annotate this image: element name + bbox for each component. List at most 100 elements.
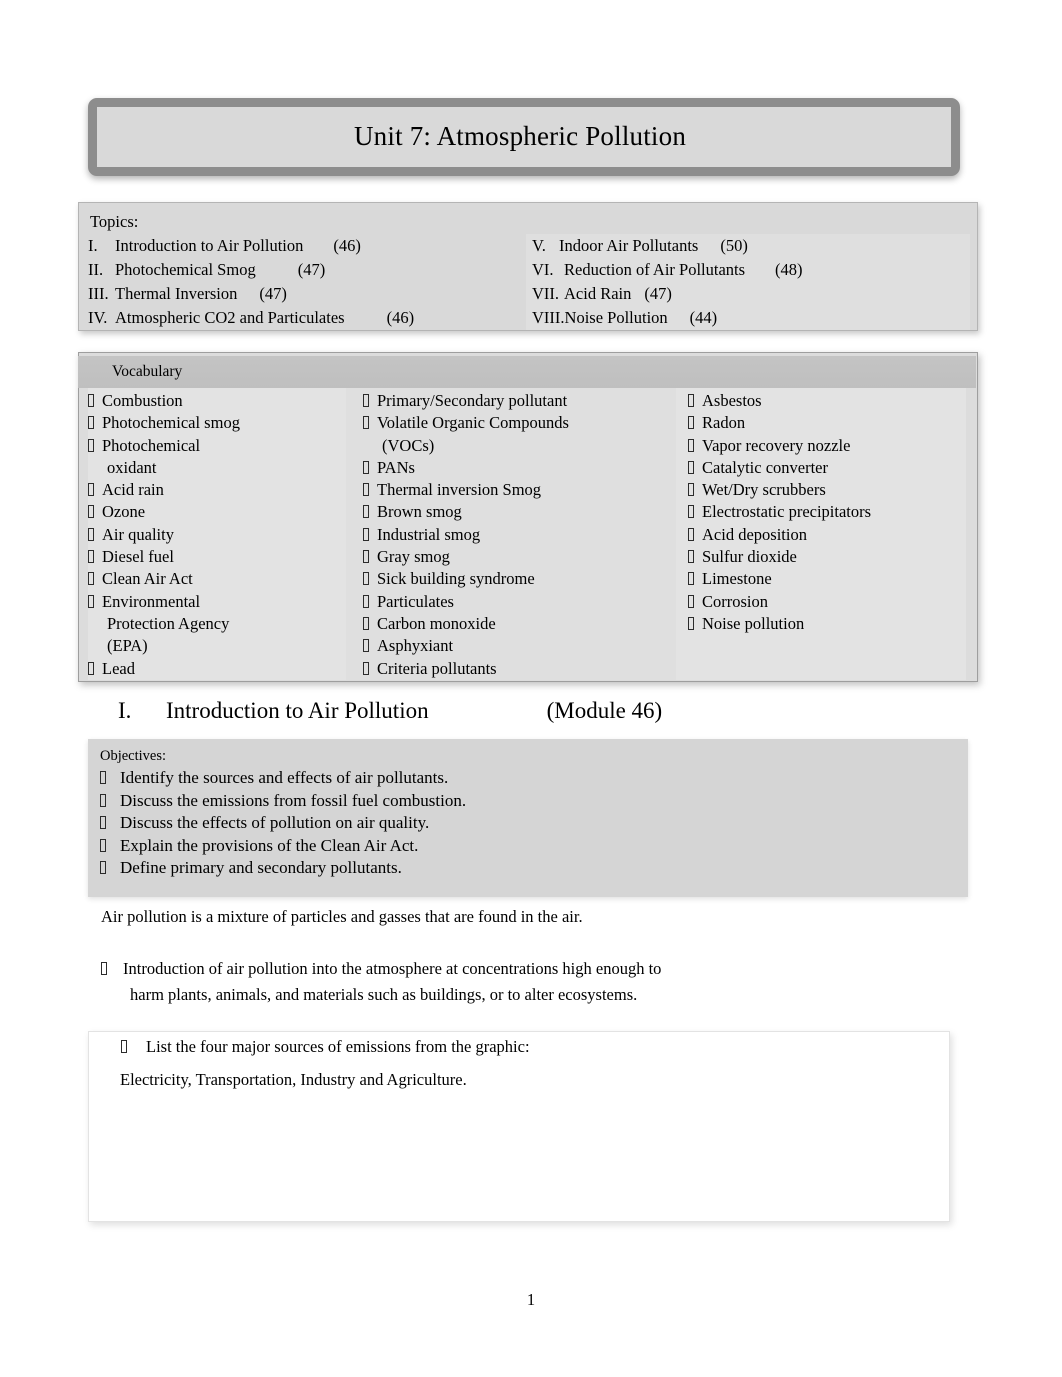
list-item-label: Volatile Organic Compounds — [377, 413, 569, 433]
missing-glyph-bullet-icon — [688, 572, 694, 586]
topic-row: VI. Reduction of Air Pollutants (48) — [532, 258, 968, 282]
list-item-label: (VOCs) — [382, 435, 435, 455]
missing-glyph-bullet-icon — [100, 861, 106, 874]
topic-numeral: V. — [532, 236, 546, 255]
missing-glyph-bullet-icon — [100, 838, 106, 852]
topic-numeral: II. — [88, 260, 104, 279]
topic-numeral: VII. — [532, 284, 560, 303]
missing-glyph-bullet-icon — [363, 572, 369, 586]
topic-row: I. Introduction to Air Pollution (46) — [88, 234, 524, 258]
list-item-label: Corrosion — [702, 591, 768, 611]
list-item-label: Catalytic converter — [702, 457, 828, 477]
missing-glyph-bullet-icon — [88, 572, 94, 586]
topic-row: V. Indoor Air Pollutants (50) — [532, 234, 968, 258]
list-item-label: Clean Air Act — [102, 569, 193, 589]
topic-numeral: IV. — [88, 308, 108, 327]
list-item: Radon — [688, 412, 966, 434]
missing-glyph-bullet-icon — [688, 550, 694, 564]
list-item-label: Environmental — [102, 591, 201, 611]
list-item-label: Photochemical — [102, 435, 201, 455]
topic-title: Noise Pollution — [564, 308, 668, 327]
list-item-label: Photochemical smog — [102, 413, 240, 433]
list-item-label: PANs — [377, 457, 415, 477]
list-item-label: Diesel fuel — [102, 547, 174, 567]
list-item-label: Noise pollution — [702, 613, 805, 633]
list-item-label: Define primary and secondary pollutants. — [120, 858, 402, 877]
topic-module: (50) — [720, 236, 748, 255]
topic-title: Acid Rain — [564, 284, 632, 303]
list-item-label: Criteria pollutants — [377, 658, 497, 678]
missing-glyph-bullet-icon — [363, 505, 369, 519]
list-item: Asphyxiant — [363, 635, 676, 657]
vocabulary-column-2: Primary/Secondary pollutant Volatile Orga… — [346, 388, 676, 680]
vocabulary-header: Vocabulary — [78, 356, 976, 388]
topics-column-left: I. Introduction to Air Pollution (46) II. P… — [88, 234, 526, 330]
topic-module: (48) — [775, 260, 803, 279]
list-item: Limestone — [688, 568, 966, 590]
list-item: Explain the provisions of the Clean Air … — [100, 835, 960, 858]
list-item: Clean Air Act — [88, 568, 346, 590]
list-item-label: Primary/Secondary pollutant — [377, 391, 568, 410]
list-item-continuation: Protection Agency — [88, 613, 346, 635]
missing-glyph-bullet-icon — [88, 416, 94, 430]
list-item-label: Asphyxiant — [377, 636, 454, 656]
missing-glyph-bullet-icon — [363, 483, 369, 497]
topic-title: Reduction of Air Pollutants — [564, 260, 746, 279]
missing-glyph-bullet-icon — [363, 639, 369, 653]
section-heading: I. Introduction to Air Pollution (Module 4… — [118, 696, 938, 726]
list-item: Asbestos — [688, 390, 966, 412]
topic-title: Photochemical Smog — [115, 260, 256, 279]
vocabulary-table: Combustion Photochemical smog Photochemica… — [88, 388, 968, 680]
topic-title: Indoor Air Pollutants — [559, 236, 699, 255]
topic-module: (47) — [259, 284, 287, 303]
list-item-label: Combustion — [102, 391, 183, 410]
list-item-label: Asbestos — [702, 391, 762, 410]
list-item: Acid rain — [88, 479, 346, 501]
list-item: Photochemical — [88, 435, 346, 457]
list-item-label: Discuss the emissions from fossil fuel c… — [120, 790, 467, 810]
list-item: Criteria pollutants — [363, 658, 676, 680]
answer-question: List the four major sources of emissions… — [121, 1035, 921, 1059]
list-item: Discuss the emissions from fossil fuel c… — [100, 790, 960, 813]
missing-glyph-bullet-icon — [100, 771, 106, 784]
list-item-label: Brown smog — [377, 502, 462, 522]
list-item: Particulates — [363, 591, 676, 613]
bullet-line-2: harm plants, animals, and materials such… — [130, 984, 638, 1004]
topics-content: Topics: I. Introduction to Air Pollution (… — [88, 210, 970, 330]
answer-question-text: List the four major sources of emissions… — [146, 1037, 530, 1056]
topic-title: Introduction to Air Pollution — [115, 236, 304, 255]
missing-glyph-bullet-icon — [363, 661, 369, 675]
list-item: Thermal inversion Smog — [363, 479, 676, 501]
list-item-continuation: (EPA) — [88, 635, 346, 657]
topic-row: III. Thermal Inversion (47) — [88, 282, 524, 306]
list-item-label: Carbon monoxide — [377, 613, 496, 633]
topic-module: (46) — [333, 236, 361, 255]
list-item-label: Limestone — [702, 569, 772, 589]
list-item-continuation: (VOCs) — [363, 435, 676, 457]
list-item-label: Thermal inversion Smog — [377, 480, 542, 500]
list-item: Identify the sources and effects of air … — [100, 767, 960, 790]
topic-row: VIII.Noise Pollution (44) — [532, 306, 968, 330]
missing-glyph-bullet-icon — [88, 550, 94, 564]
objectives-content: Objectives: Identify the sources and eff… — [100, 745, 960, 880]
list-item: Define primary and secondary pollutants. — [100, 857, 960, 880]
list-item: Carbon monoxide — [363, 613, 676, 635]
list-item-label: Electrostatic precipitators — [702, 502, 872, 522]
section-title: Introduction to Air Pollution — [166, 698, 429, 723]
topic-module: (44) — [689, 308, 718, 327]
list-item: Catalytic converter — [688, 457, 966, 479]
document-page: Unit 7: Atmospheric Pollution Topics: I.… — [0, 0, 1062, 1377]
topic-module: (47) — [644, 284, 672, 303]
missing-glyph-bullet-icon — [363, 460, 369, 474]
list-item-continuation: oxidant — [88, 457, 346, 479]
missing-glyph-bullet-icon — [363, 616, 369, 630]
topic-title: Atmospheric CO2 and Particulates — [115, 308, 345, 327]
list-item-label: Explain the provisions of the Clean Air … — [120, 835, 419, 855]
list-item: Vapor recovery nozzle — [688, 435, 966, 457]
list-item-label: Discuss the effects of pollution on air … — [120, 813, 430, 832]
missing-glyph-bullet-icon — [688, 483, 694, 497]
list-item-label: Vapor recovery nozzle — [702, 435, 851, 455]
missing-glyph-bullet-icon — [688, 616, 694, 630]
list-item: Combustion — [88, 390, 346, 412]
title-banner-content: Unit 7: Atmospheric Pollution — [88, 98, 960, 176]
